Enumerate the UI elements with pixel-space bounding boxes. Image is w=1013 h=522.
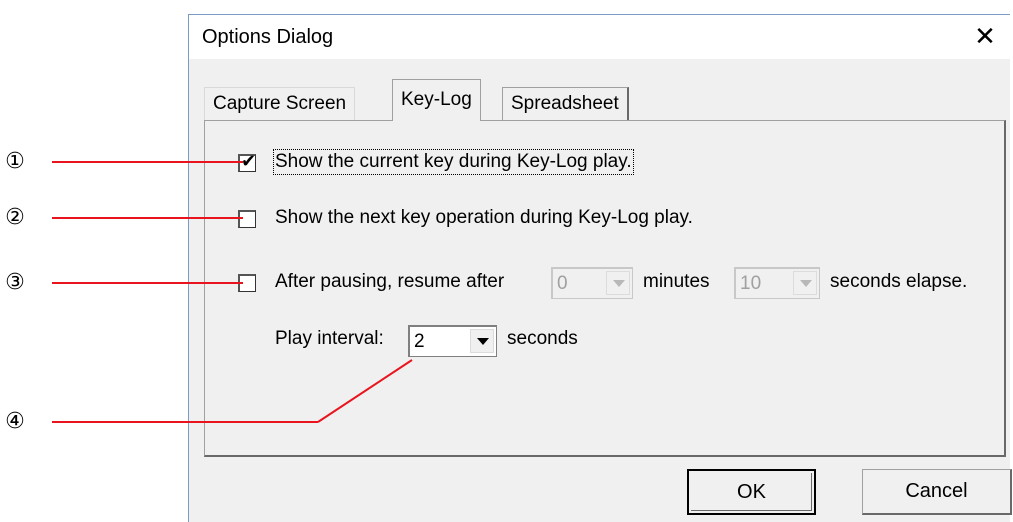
tab-capture-screen[interactable]: Capture Screen	[204, 87, 356, 121]
play-interval-select[interactable]: 2	[408, 325, 497, 357]
tab-spreadsheet[interactable]: Spreadsheet	[502, 87, 629, 121]
resume-checkbox[interactable]	[238, 274, 256, 292]
cancel-button[interactable]: Cancel	[862, 469, 1012, 515]
show-next-key-checkbox[interactable]	[238, 210, 256, 228]
show-current-key-checkbox[interactable]: ✔	[238, 151, 257, 172]
resume-minutes-value: 0	[557, 273, 568, 294]
dialog-title: Options Dialog	[202, 26, 334, 48]
chevron-down-icon[interactable]	[793, 271, 817, 295]
show-next-key-label[interactable]: Show the next key operation during Key-L…	[275, 207, 693, 229]
resume-seconds-value: 10	[740, 273, 762, 294]
show-current-key-label[interactable]: Show the current key during Key-Log play…	[273, 149, 634, 175]
resume-minutes-select[interactable]: 0	[551, 267, 633, 299]
callout-1: ①	[5, 149, 25, 174]
seconds-elapse-label: seconds elapse.	[830, 271, 968, 292]
close-icon[interactable]: ✕	[968, 21, 1002, 53]
resume-seconds-select[interactable]: 10	[734, 267, 820, 299]
callout-3: ③	[5, 270, 25, 295]
chevron-down-icon[interactable]	[606, 271, 630, 295]
play-interval-label: Play interval:	[275, 328, 384, 349]
play-interval-unit: seconds	[507, 328, 578, 349]
tab-key-log[interactable]: Key-Log	[392, 79, 481, 121]
checkmark-icon: ✔	[241, 151, 257, 172]
options-dialog: Options Dialog ✕ Capture Screen Spreadsh…	[188, 14, 1012, 522]
callout-2: ②	[5, 205, 25, 230]
minutes-label: minutes	[643, 271, 710, 292]
resume-label[interactable]: After pausing, resume after	[275, 271, 504, 293]
ok-button-label: OK	[737, 481, 766, 503]
chevron-down-icon[interactable]	[470, 329, 494, 353]
ok-button[interactable]: OK	[687, 469, 816, 515]
callout-4: ④	[5, 409, 25, 434]
play-interval-value: 2	[414, 331, 425, 352]
title-bar: Options Dialog ✕	[189, 15, 1010, 59]
